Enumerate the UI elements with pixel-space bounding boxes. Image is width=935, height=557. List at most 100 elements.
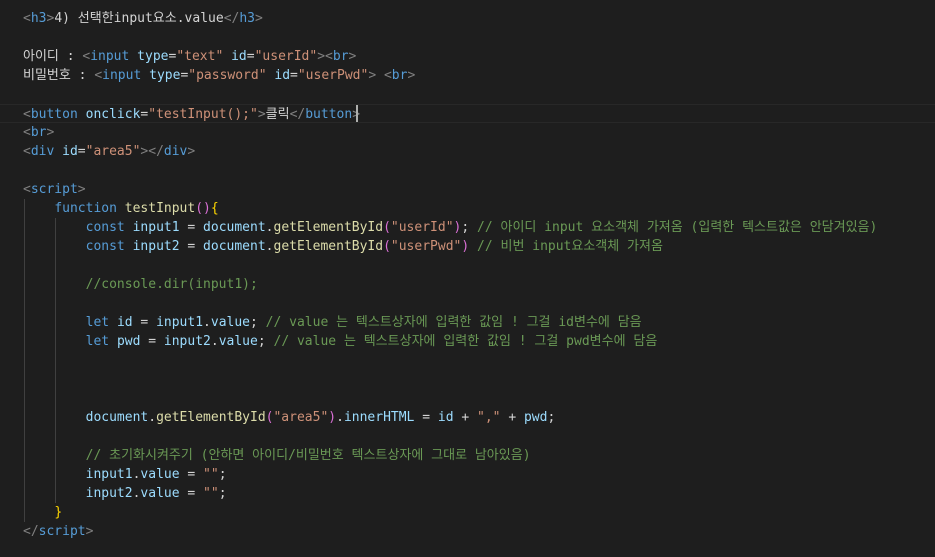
code-line[interactable]: <div id="area5"></div>	[0, 142, 935, 161]
code-token: =	[290, 68, 298, 83]
code-line[interactable]	[0, 427, 935, 446]
code-line[interactable]: // 초기화시켜주기 (안하면 아이디/비밀번호 텍스트상자에 그대로 남아있음…	[0, 446, 935, 465]
code-token: 비밀번호 :	[23, 68, 95, 83]
code-token: getElementById	[273, 239, 384, 254]
code-token: >	[257, 107, 266, 122]
code-line[interactable]	[0, 351, 935, 370]
code-line[interactable]	[0, 294, 935, 313]
code-token: =	[179, 239, 204, 254]
code-token: >	[317, 49, 326, 64]
code-token: {	[210, 201, 219, 216]
code-token: ;	[218, 467, 227, 482]
code-token: br	[332, 49, 349, 64]
code-token: br	[30, 125, 47, 140]
code-token: <	[23, 11, 31, 26]
code-line[interactable]	[0, 256, 935, 275]
code-token: div	[163, 144, 188, 159]
code-token: <	[23, 182, 31, 197]
code-editor[interactable]: <h3>4) 선택한input요소.value</h3> 아이디 : <input…	[0, 0, 935, 557]
code-token: 아이디 :	[23, 49, 83, 64]
code-token: )	[461, 239, 470, 254]
code-token: )	[328, 410, 337, 425]
code-token: div	[30, 144, 55, 159]
code-line[interactable]: //console.dir(input1);	[0, 275, 935, 294]
code-line[interactable]: 비밀번호 : <input type="password" id="userPw…	[0, 66, 935, 85]
code-token: let	[85, 315, 110, 330]
code-line[interactable]	[0, 161, 935, 180]
code-line[interactable]: const input2 = document.getElementById("…	[0, 237, 935, 256]
code-line[interactable]: </script>	[0, 522, 935, 541]
indent-guide	[24, 199, 25, 522]
code-token: onclick	[85, 107, 141, 122]
code-line[interactable]: <h3>4) 선택한input요소.value</h3>	[0, 9, 935, 28]
code-token: id	[116, 315, 133, 330]
code-token: =	[179, 467, 204, 482]
code-token: ;	[218, 486, 227, 501]
code-token: =	[179, 486, 204, 501]
code-token: // 초기화시켜주기 (안하면 아이디/비밀번호 텍스트상자에 그대로 남아있음…	[85, 448, 531, 463]
code-line[interactable]: const input1 = document.getElementById("…	[0, 218, 935, 237]
code-line[interactable]	[0, 28, 935, 47]
code-line[interactable]: let pwd = input2.value; // value 는 텍스트상자…	[0, 332, 935, 351]
code-token: h3	[239, 11, 255, 26]
indent-guide	[55, 218, 56, 503]
code-token: >	[187, 144, 196, 159]
code-token: >	[255, 11, 263, 26]
code-token: <	[23, 144, 31, 159]
code-line[interactable]: document.getElementById("area5").innerHT…	[0, 408, 935, 427]
code-token: <	[383, 68, 392, 83]
code-line[interactable]	[0, 389, 935, 408]
code-token: +	[453, 410, 478, 425]
code-line[interactable]	[0, 370, 935, 389]
code-token: button	[30, 107, 78, 122]
code-token: input1	[132, 220, 180, 235]
code-token: id	[231, 49, 247, 64]
code-token: >	[368, 68, 377, 83]
code-token: value	[140, 467, 180, 482]
code-token: // 비번 input요소객체 가져옴	[477, 239, 663, 254]
code-token: "area5"	[85, 144, 141, 159]
code-line[interactable]: input2.value = "";	[0, 484, 935, 503]
code-token: .	[265, 239, 274, 254]
code-token: input2	[85, 486, 133, 501]
code-token: document	[85, 410, 149, 425]
code-token: =	[179, 220, 204, 235]
code-token: type	[137, 49, 169, 64]
code-token: document	[203, 239, 266, 254]
code-line[interactable]: let id = input1.value; // value 는 텍스트상자에…	[0, 313, 935, 332]
code-token: <	[23, 107, 31, 122]
code-token: input	[102, 68, 142, 83]
code-token: >	[348, 49, 357, 64]
code-token: .	[265, 220, 274, 235]
code-line[interactable]: <script>	[0, 180, 935, 199]
code-line[interactable]: input1.value = "";	[0, 465, 935, 484]
code-line[interactable]	[0, 85, 935, 104]
code-line[interactable]: 아이디 : <input type="text" id="userId"><br…	[0, 47, 935, 66]
code-token: value	[210, 315, 251, 330]
code-line[interactable]: <button onclick="testInput();">클릭</butto…	[0, 104, 935, 123]
code-token: document	[203, 220, 266, 235]
code-token: ""	[203, 467, 219, 482]
code-token: input1	[85, 467, 133, 482]
code-token: (	[383, 239, 391, 254]
code-line[interactable]: function testInput(){	[0, 199, 935, 218]
code-token: ;	[461, 220, 478, 235]
code-line[interactable]: <br>	[0, 123, 935, 142]
code-token: pwd	[523, 410, 548, 425]
code-token: =	[132, 315, 157, 330]
code-token: input1	[156, 315, 204, 330]
code-token: // value 는 텍스트상자에 입력한 값임 ! 그걸 id변수에 담음	[265, 315, 642, 330]
code-line[interactable]: }	[0, 503, 935, 522]
code-token: id	[62, 144, 78, 159]
